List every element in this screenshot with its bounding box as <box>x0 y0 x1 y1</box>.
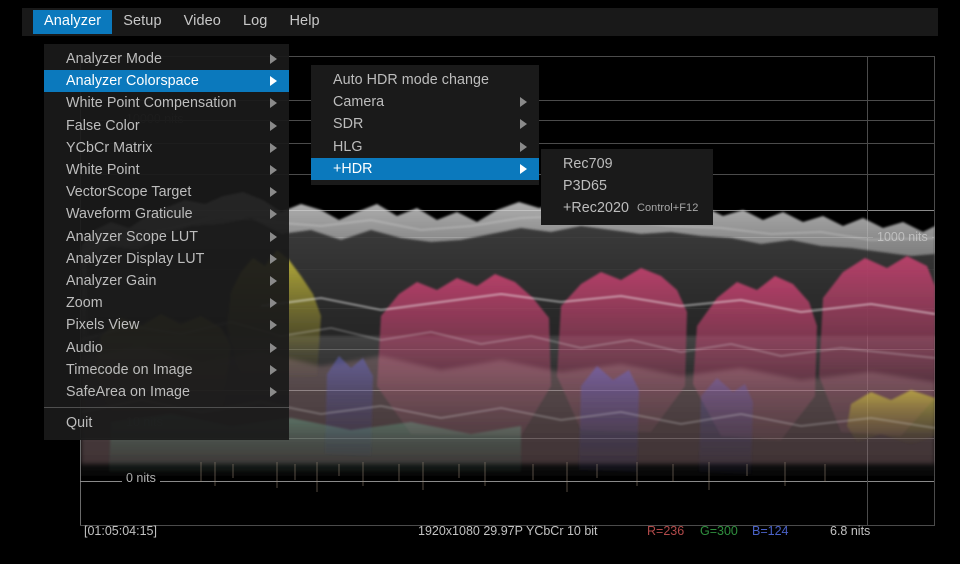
menu-item-ycbcr-matrix[interactable]: YCbCr Matrix <box>44 137 289 159</box>
menu-item-label: Audio <box>66 340 103 356</box>
analyzer-dropdown-menu: Analyzer Mode Analyzer Colorspace White … <box>44 44 289 440</box>
status-red-value: R=236 <box>647 520 684 542</box>
menu-item-analyzer-gain[interactable]: Analyzer Gain <box>44 270 289 292</box>
chevron-right-icon <box>270 343 277 353</box>
menu-item-label: YCbCr Matrix <box>66 140 152 156</box>
status-blue-value: B=124 <box>752 520 789 542</box>
menu-item-waveform-graticule[interactable]: Waveform Graticule <box>44 203 289 225</box>
menu-item-hlg[interactable]: HLG <box>311 136 539 158</box>
menu-item-label: SafeArea on Image <box>66 384 190 400</box>
status-nits-value: 6.8 nits <box>830 520 870 542</box>
menu-item-timecode-on-image[interactable]: Timecode on Image <box>44 359 289 381</box>
menu-item-safearea-on-image[interactable]: SafeArea on Image <box>44 381 289 403</box>
menu-item-label: +Rec2020 <box>563 200 629 216</box>
menu-item-label: Analyzer Mode <box>66 51 162 67</box>
menu-item-label: Camera <box>333 94 384 110</box>
menu-item-label: +HDR <box>333 161 373 177</box>
chevron-right-icon <box>270 232 277 242</box>
menu-item-shortcut: Control+F12 <box>637 202 698 214</box>
chevron-right-icon <box>270 187 277 197</box>
menubar-item-video[interactable]: Video <box>173 10 232 34</box>
menu-item-label: Analyzer Display LUT <box>66 251 204 267</box>
menu-item-label: VectorScope Target <box>66 184 191 200</box>
chevron-right-icon <box>520 164 527 174</box>
menu-item-label: Waveform Graticule <box>66 206 193 222</box>
menu-item-analyzer-scope-lut[interactable]: Analyzer Scope LUT <box>44 226 289 248</box>
menu-item-label: Analyzer Scope LUT <box>66 229 198 245</box>
menu-item-label: Auto HDR mode change <box>333 72 489 88</box>
chevron-right-icon <box>270 165 277 175</box>
menu-bar: Analyzer Setup Video Log Help <box>22 8 938 36</box>
status-bar: [01:05:04:15] 1920x1080 29.97P YCbCr 10 … <box>22 520 938 542</box>
menu-separator <box>44 407 289 408</box>
menu-item-vectorscope-target[interactable]: VectorScope Target <box>44 181 289 203</box>
chevron-right-icon <box>270 365 277 375</box>
chevron-right-icon <box>520 119 527 129</box>
chevron-right-icon <box>270 209 277 219</box>
chevron-right-icon <box>270 76 277 86</box>
screen-root: Analyzer Setup Video Log Help <box>0 0 960 564</box>
chevron-right-icon <box>270 121 277 131</box>
menu-item-auto-hdr-mode-change[interactable]: Auto HDR mode change <box>311 69 539 91</box>
chevron-right-icon <box>270 387 277 397</box>
chevron-right-icon <box>270 54 277 64</box>
menubar-item-setup[interactable]: Setup <box>112 10 172 34</box>
chevron-right-icon <box>270 98 277 108</box>
hdr-colorspace-submenu: Rec709 P3D65 +Rec2020 Control+F12 <box>541 149 713 225</box>
chevron-right-icon <box>270 143 277 153</box>
menu-item-p3d65[interactable]: P3D65 <box>541 175 713 197</box>
menu-item-label: Rec709 <box>563 156 613 172</box>
menu-item-pixels-view[interactable]: Pixels View <box>44 314 289 336</box>
status-timecode: [01:05:04:15] <box>84 520 157 542</box>
chevron-right-icon <box>520 97 527 107</box>
menu-item-label: False Color <box>66 118 140 134</box>
menu-item-label: Analyzer Gain <box>66 273 156 289</box>
status-video-format: 1920x1080 29.97P YCbCr 10 bit <box>418 520 598 542</box>
chevron-right-icon <box>270 276 277 286</box>
menu-item-camera[interactable]: Camera <box>311 91 539 113</box>
analyzer-colorspace-submenu: Auto HDR mode change Camera SDR HLG +HDR <box>311 65 539 185</box>
analyzer-application-window: Analyzer Setup Video Log Help <box>22 8 938 546</box>
menu-item-plus-hdr[interactable]: +HDR <box>311 158 539 180</box>
menu-item-white-point[interactable]: White Point <box>44 159 289 181</box>
menu-item-label: Quit <box>66 415 92 431</box>
menu-item-analyzer-display-lut[interactable]: Analyzer Display LUT <box>44 248 289 270</box>
menu-item-label: Timecode on Image <box>66 362 193 378</box>
chevron-right-icon <box>270 320 277 330</box>
menu-item-label: HLG <box>333 139 363 155</box>
menu-item-label: Zoom <box>66 295 103 311</box>
menu-item-label: White Point Compensation <box>66 95 236 111</box>
menu-item-label: Analyzer Colorspace <box>66 73 199 89</box>
menu-item-sdr[interactable]: SDR <box>311 113 539 135</box>
menu-item-label: White Point <box>66 162 140 178</box>
menu-item-zoom[interactable]: Zoom <box>44 292 289 314</box>
menu-item-rec2020[interactable]: +Rec2020 Control+F12 <box>541 197 713 219</box>
menubar-item-help[interactable]: Help <box>278 10 330 34</box>
chevron-right-icon <box>520 142 527 152</box>
menu-item-rec709[interactable]: Rec709 <box>541 153 713 175</box>
menu-item-analyzer-colorspace[interactable]: Analyzer Colorspace <box>44 70 289 92</box>
menu-item-label: P3D65 <box>563 178 607 194</box>
menu-item-white-point-compensation[interactable]: White Point Compensation <box>44 92 289 114</box>
chevron-right-icon <box>270 254 277 264</box>
menu-item-quit[interactable]: Quit <box>44 412 289 434</box>
menu-item-label: SDR <box>333 116 363 132</box>
menu-item-analyzer-mode[interactable]: Analyzer Mode <box>44 48 289 70</box>
menu-item-false-color[interactable]: False Color <box>44 115 289 137</box>
menubar-item-log[interactable]: Log <box>232 10 279 34</box>
chevron-right-icon <box>270 298 277 308</box>
menubar-item-analyzer[interactable]: Analyzer <box>33 10 112 34</box>
status-green-value: G=300 <box>700 520 738 542</box>
menu-item-audio[interactable]: Audio <box>44 336 289 358</box>
menu-item-label: Pixels View <box>66 317 139 333</box>
